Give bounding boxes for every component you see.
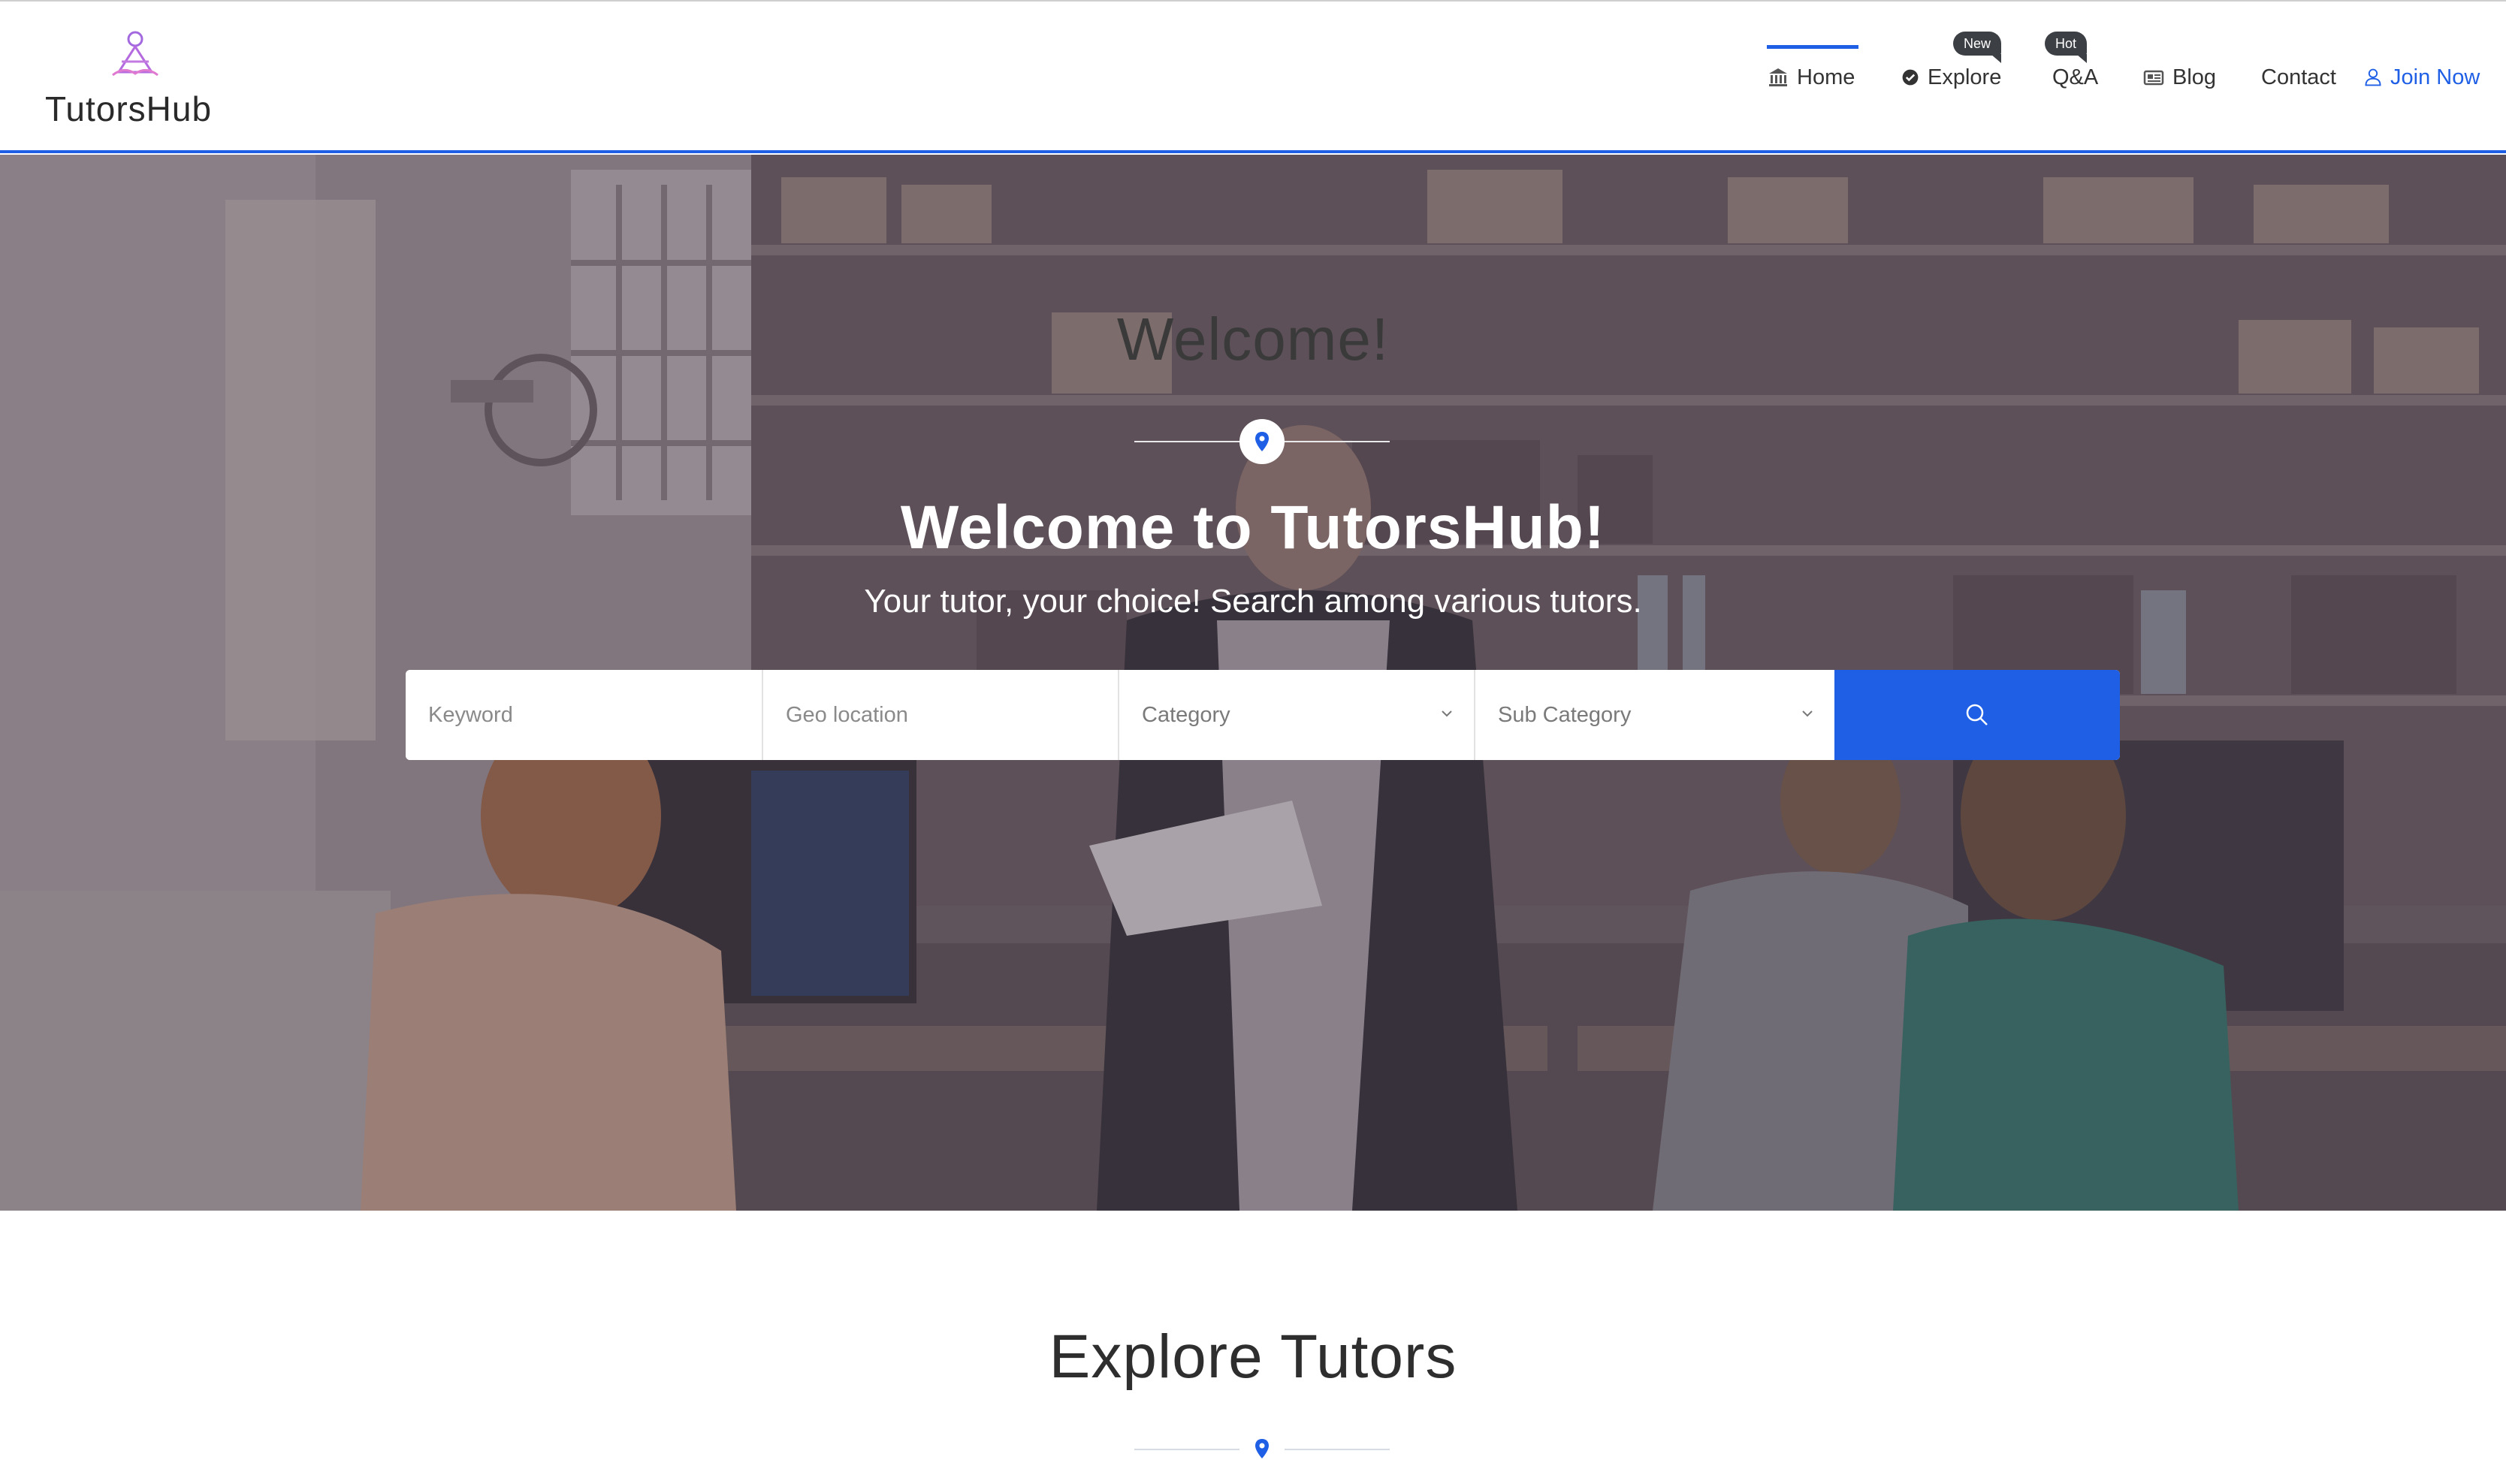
hero-section: Welcome! Welcome to TutorsHub! Your tuto… [0,155,2506,1211]
page: TutorsHub Home New Explore Hot Q&A Blog … [0,0,2506,1484]
active-tab-indicator [1767,45,1858,49]
geo-field-wrap [763,670,1119,760]
hero-divider [1134,419,1390,464]
site-header: TutorsHub Home New Explore Hot Q&A Blog … [0,2,2506,153]
map-pin-icon [1255,432,1269,451]
bank-icon [1769,68,1787,86]
join-now-label: Join Now [2390,65,2480,89]
keyword-field-wrap [406,670,763,760]
search-button[interactable] [1834,670,2120,760]
hero-welcome-heading: Welcome! [1116,306,1390,373]
keyword-input[interactable] [428,702,762,728]
nav-blog-label: Blog [2172,65,2217,89]
category-select-label: Category [1142,702,1230,727]
hero-pin-circle [1239,419,1285,464]
user-icon [2365,68,2381,86]
chevron-down-icon [1442,710,1452,717]
search-form: Category Sub Category [406,670,2120,760]
nav-item-home[interactable]: Home [1767,60,1855,95]
nav-item-contact[interactable]: Contact [2261,60,2336,95]
chevron-down-icon [1802,710,1813,717]
nav-item-explore[interactable]: Explore [1901,60,2001,95]
hero-subtitle: Your tutor, your choice! Search among va… [864,583,1642,620]
explore-divider [1134,1434,1390,1464]
hero-title: Welcome to TutorsHub! [900,493,1606,562]
nav-item-qa[interactable]: Q&A [2052,60,2098,95]
geo-location-input[interactable] [786,702,1118,728]
main-nav: Home New Explore Hot Q&A Blog Contact Jo… [0,2,2506,152]
subcategory-select-label: Sub Category [1498,702,1632,727]
nav-home-label: Home [1797,65,1855,89]
category-select[interactable]: Category [1119,670,1475,760]
explore-tutors-heading: Explore Tutors [1049,1323,1457,1391]
nav-contact-label: Contact [2261,65,2336,89]
map-pin-icon [1255,1439,1269,1458]
hot-badge: Hot [2045,32,2088,63]
nav-qa-label: Q&A [2052,65,2099,89]
nav-item-blog[interactable]: Blog [2142,60,2216,95]
search-icon [1966,704,1988,725]
join-now-link[interactable]: Join Now [2363,60,2480,95]
subcategory-select[interactable]: Sub Category [1475,670,1834,760]
nav-explore-label: Explore [1928,65,2002,89]
check-circle-icon [1902,69,1919,86]
newspaper-icon [2143,70,2164,86]
new-badge: New [1953,32,2002,63]
